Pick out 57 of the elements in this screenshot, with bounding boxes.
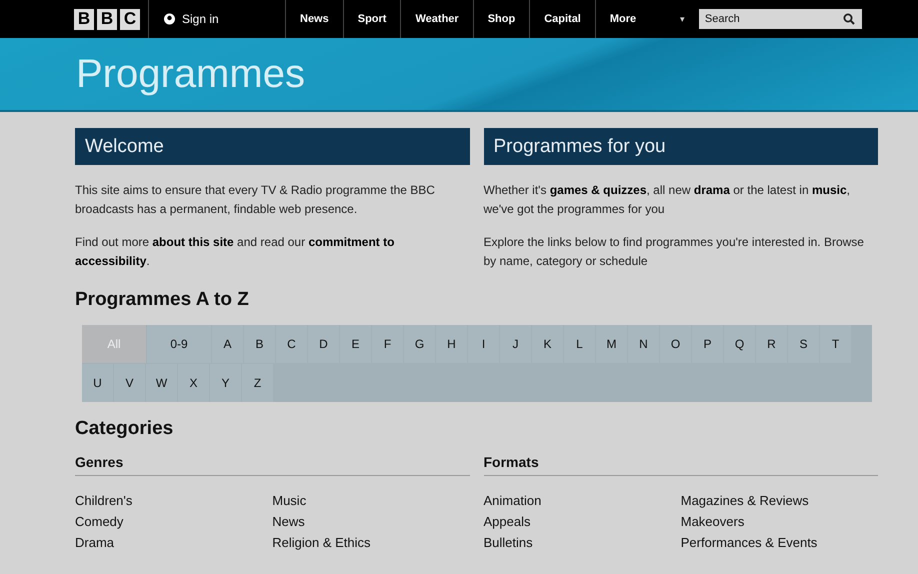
letter-link[interactable]: 0-9 [147,325,211,363]
logo-letter[interactable]: B [74,8,94,30]
letter-link[interactable]: Y [210,364,241,402]
section-heading: Categories [75,418,174,440]
paragraph: Whether it's games & quizzes, all new drama or the latest in music, we've got the programmes for you [484,182,851,218]
page-title: Programmes [76,51,306,98]
letter-link[interactable]: W [146,364,177,402]
section-heading: Programmes A to Z [75,289,250,311]
group-heading: Genres [75,454,470,476]
panel-heading: Programmes for you [484,128,878,165]
category-link[interactable]: Comedy [75,513,272,531]
letter-link[interactable]: J [500,325,531,363]
search-field[interactable]: Search [698,9,862,29]
letter-link[interactable]: L [564,325,595,363]
letter-link[interactable]: B [244,325,275,363]
panel-heading: Welcome [75,128,470,165]
category-link[interactable]: Religion & Ethics [272,534,470,552]
letter-link[interactable]: M [596,325,627,363]
letter-link[interactable]: Z [242,364,273,402]
letter-link[interactable]: H [436,325,467,363]
category-link[interactable]: Performances & Events [680,534,878,552]
category-link[interactable]: Magazines & Reviews [680,492,878,510]
letter-link[interactable]: N [628,325,659,363]
category-link[interactable]: Animation [484,492,681,510]
category-link[interactable]: News [272,513,470,531]
letter-link[interactable]: O [660,325,691,363]
letter-link[interactable]: V [114,364,145,402]
letter-link[interactable]: T [820,325,851,363]
group-heading: Formats [484,454,878,476]
category-link[interactable]: Children's [75,492,272,510]
letter-link[interactable]: I [468,325,499,363]
user-icon [163,13,176,25]
letter-link[interactable]: P [692,325,723,363]
caret-icon[interactable]: ▾ [680,14,685,24]
category-link[interactable]: Drama [75,534,272,552]
category-link[interactable]: Bulletins [484,534,681,552]
logo-letter[interactable]: C [120,8,140,30]
logo-letter[interactable]: B [97,8,117,30]
letter-link[interactable]: C [276,325,307,363]
letter-link[interactable]: Q [724,325,755,363]
letter-link[interactable]: D [308,325,339,363]
letter-link[interactable]: E [340,325,371,363]
category-link[interactable]: Music [272,492,470,510]
letter-link[interactable]: A [212,325,243,363]
search-icon[interactable] [842,13,855,25]
letter-link[interactable]: R [756,325,787,363]
category-link[interactable]: Appeals [484,513,681,531]
letter-link[interactable]: U [82,364,113,402]
paragraph: Explore the links below to find programmes you're interested in. Browse by name, category or schedule [484,234,865,270]
letter-link[interactable]: X [178,364,209,402]
category-link[interactable]: Makeovers [680,513,878,531]
paragraph: This site aims to ensure that every TV & Radio programme the BBC broadcasts has a permanent, findable web presence. [75,182,436,218]
paragraph: Find out more about this site and read our commitment to accessibility. [75,234,396,270]
letter-link[interactable]: G [404,325,435,363]
letter-link[interactable]: S [788,325,819,363]
letter-link[interactable]: K [532,325,563,363]
letter-link[interactable]: F [372,325,403,363]
